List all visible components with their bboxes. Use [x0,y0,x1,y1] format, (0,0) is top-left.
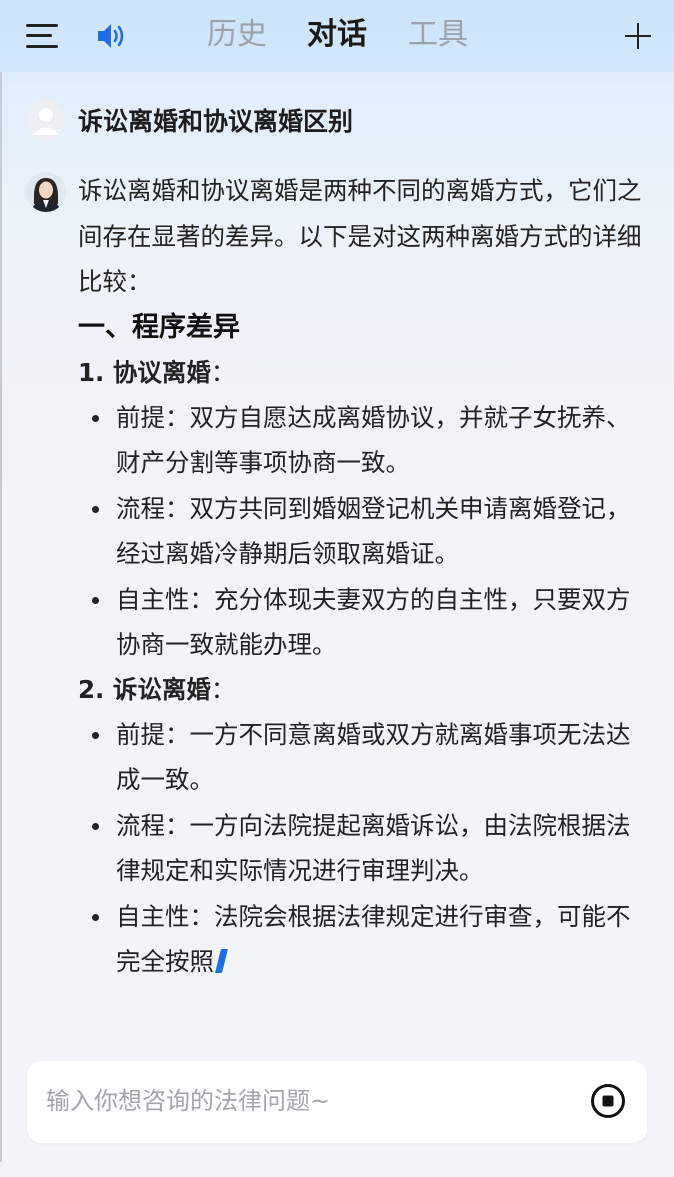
section-heading: 一、程序差异 [78,311,240,343]
assistant-answer: 诉讼离婚和协议离婚是两种不同的离婚方式，它们之间存在显著的差异。以下是对这两种离… [78,168,648,985]
top-bar: 历史 对话 工具 [0,0,674,72]
typing-cursor-icon [215,949,228,973]
list-item: 流程：双方共同到婚姻登记机关申请离婚登记，经过离婚冷静期后领取离婚证。 [92,486,648,577]
tab-history[interactable]: 历史 [207,14,267,56]
menu-icon[interactable] [26,22,58,50]
item-number: 2. [78,674,105,704]
speaker-icon[interactable] [96,20,130,52]
list-item-text: 自主性：法院会根据法律规定进行审查，可能不完全按照 [116,901,631,977]
item-title: 诉讼离婚 [112,674,211,704]
list-item: 前提：双方自愿达成离婚协议，并就子女抚养、财产分割等事项协商一致。 [92,395,648,486]
item-suffix: ： [210,674,236,704]
user-question-text: 诉讼离婚和协议离婚区别 [78,107,354,136]
bullet-list-litigation: 前提：一方不同意离婚或双方就离婚事项无法达成一致。 流程：一方向法院提起离婚诉讼… [78,712,648,985]
answer-intro: 诉讼离婚和协议离婚是两种不同的离婚方式，它们之间存在显著的差异。以下是对这两种离… [78,176,642,296]
numbered-item-agreement: 1. 协议离婚： [78,351,648,395]
list-item: 前提：一方不同意离婚或双方就离婚事项无法达成一致。 [92,712,648,803]
new-chat-plus-icon[interactable] [624,22,652,50]
tab-chat[interactable]: 对话 [307,14,367,56]
numbered-item-litigation: 2. 诉讼离婚： [78,668,648,712]
input-placeholder: 输入你想咨询的法律问题~ [46,1087,331,1115]
list-item: 自主性：法院会根据法律规定进行审查，可能不完全按照 [92,894,648,985]
item-number: 1. [78,357,105,387]
item-title: 协议离婚 [112,357,211,387]
tab-tools[interactable]: 工具 [408,14,468,56]
left-edge-divider [0,72,2,1162]
user-avatar [26,100,66,140]
bullet-list-agreement: 前提：双方自愿达成离婚协议，并就子女抚养、财产分割等事项协商一致。 流程：双方共… [78,395,648,668]
item-suffix: ： [210,357,236,387]
stop-generation-button[interactable] [590,1083,626,1119]
list-item: 流程：一方向法院提起离婚诉讼，由法院根据法律规定和实际情况进行审理判决。 [92,803,648,894]
assistant-avatar [26,172,66,212]
question-input[interactable]: 输入你想咨询的法律问题~ [27,1061,647,1143]
list-item: 自主性：充分体现夫妻双方的自主性，只要双方协商一致就能办理。 [92,577,648,668]
